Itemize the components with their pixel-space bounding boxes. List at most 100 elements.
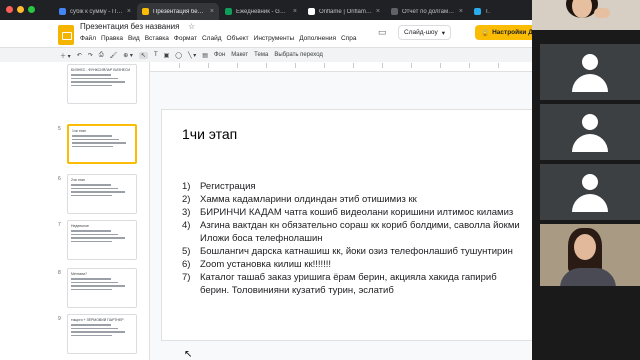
- slide-thumbnail[interactable]: тишрги + ЗЁРМОВИЙ ПАРТНЕР: [67, 314, 137, 354]
- browser-tab[interactable]: Tel: [469, 3, 495, 20]
- video-call-panel: [532, 0, 640, 360]
- step-text: Регистрация: [200, 181, 256, 192]
- browser-tab[interactable]: субік к сумму - Поис ×: [54, 3, 136, 20]
- slide-thumbnail[interactable]: Недельное: [67, 220, 137, 260]
- mouse-cursor-icon: ↖: [184, 349, 193, 360]
- shape-icon[interactable]: ◯: [175, 52, 182, 59]
- theme-button[interactable]: Тема: [254, 52, 268, 58]
- thumbnail-line: [72, 142, 126, 144]
- step-text: Хамма кадамларини олдиндан этиб отишимиз…: [200, 194, 417, 205]
- ruler-tick: |: [179, 63, 181, 69]
- menu-item[interactable]: Вставка: [145, 35, 169, 42]
- close-window-icon[interactable]: [6, 6, 13, 13]
- slide-thumbnail[interactable]: Мечтани?: [67, 268, 137, 308]
- line-icon[interactable]: ╲ ▾: [188, 52, 196, 59]
- ruler-tick: |: [469, 63, 471, 69]
- participant-tile-3[interactable]: [540, 164, 640, 220]
- close-tab-icon[interactable]: ×: [293, 8, 297, 15]
- participant-video-tile[interactable]: [540, 224, 640, 286]
- browser-tab[interactable]: Презентация без наз ×: [137, 3, 219, 20]
- comment-add-icon[interactable]: ▤: [202, 52, 208, 59]
- background-button[interactable]: Фон: [214, 52, 225, 58]
- slide-number: 9: [58, 316, 61, 322]
- print-icon[interactable]: ⎙: [99, 52, 104, 59]
- step-number: 6): [182, 259, 191, 270]
- slide-thumbnail[interactable]: БИЗНЕС - ФУНКСИЯЛАР БИЗНЕСИ: [67, 64, 137, 104]
- menu-item[interactable]: Дополнения: [299, 35, 336, 42]
- thumbnail-text: Недельное: [71, 224, 89, 228]
- new-slide-icon[interactable]: ＋ ▾: [60, 51, 71, 60]
- slide-canvas[interactable]: 1чи этап 1) Регистрация 2) Хамма кадамларин…: [162, 110, 534, 340]
- tab-favicon-icon: [59, 8, 66, 15]
- tab-title: Презентация без наз: [153, 8, 206, 15]
- slide-thumbnail[interactable]: 1чи этап: [67, 124, 137, 164]
- undo-icon[interactable]: ↶: [77, 52, 82, 59]
- menu-item[interactable]: Формат: [174, 35, 197, 42]
- menu-item[interactable]: Инструменты: [254, 35, 295, 42]
- menu-item[interactable]: Объект: [227, 35, 249, 42]
- menu-item[interactable]: Слайд: [202, 35, 222, 42]
- steps-list[interactable]: 1) Регистрация 2) Хамма кадамларини олдинда…: [182, 180, 552, 297]
- step-item[interactable]: 5) Бошлангич дарска катнашиш кк, йоки ози…: [182, 245, 552, 258]
- redo-icon[interactable]: ↷: [88, 52, 93, 59]
- toolbar: ＋ ▾ ↶ ↷ ⎙ 🖌 ⊕ ▾ ↖ T ▣ ◯ ╲ ▾ ▤ Фон Макет …: [0, 48, 532, 62]
- slide-title[interactable]: 1чи этап: [182, 126, 237, 142]
- ruler-tick: |: [295, 63, 297, 69]
- close-tab-icon[interactable]: ×: [376, 8, 380, 15]
- zoom-icon[interactable]: ⊕ ▾: [123, 52, 133, 59]
- participant-face: [574, 234, 596, 260]
- browser-tab[interactable]: Oriflame | Oriflame Cos ×: [303, 3, 385, 20]
- browser-tab[interactable]: Отчет по долгам | Orif ×: [386, 3, 468, 20]
- slideshow-button[interactable]: Слайд-шоу ▾: [398, 25, 451, 40]
- step-text: БИРИНЧИ КАДАМ чатга кошиб видеолани кори…: [200, 207, 514, 218]
- comment-icon[interactable]: ▭: [378, 25, 387, 40]
- step-item[interactable]: 7) Каталог ташаб заказ уришига ёрам берин…: [182, 271, 552, 297]
- thumbnail-line: [72, 145, 113, 147]
- step-item[interactable]: 3) БИРИНЧИ КАДАМ чатга кошиб видеолани ко…: [182, 206, 552, 219]
- thumbnail-line: [71, 187, 118, 189]
- step-item[interactable]: 6) Zoom установка килиш кк!!!!!!!: [182, 258, 552, 271]
- thumbnail-text: 1чи этап: [72, 129, 86, 133]
- chevron-down-icon[interactable]: ▾: [442, 29, 445, 37]
- step-text: Zoom установка килиш кк!!!!!!!: [200, 259, 332, 270]
- tab-favicon-icon: [308, 8, 315, 15]
- paint-format-icon[interactable]: 🖌: [110, 52, 118, 59]
- step-item[interactable]: 4) Азгина вактдан кн обязательно сораш кк…: [182, 219, 552, 245]
- select-icon[interactable]: ↖: [138, 51, 148, 59]
- document-title[interactable]: Презентация без названия: [80, 22, 179, 31]
- transition-button[interactable]: Выбрать переход: [274, 52, 323, 58]
- step-item[interactable]: 1) Регистрация: [182, 180, 552, 193]
- thumbnail-line: [71, 327, 118, 329]
- slide-number: 8: [58, 270, 61, 276]
- close-tab-icon[interactable]: ×: [459, 8, 463, 15]
- maximize-window-icon[interactable]: [28, 6, 35, 13]
- slide-thumbnail[interactable]: 2чи этап: [67, 174, 137, 214]
- thumbnail-line: [71, 184, 111, 186]
- menu-item[interactable]: Вид: [128, 35, 140, 42]
- slides-logo-icon[interactable]: [58, 25, 74, 45]
- text-box-icon[interactable]: T: [154, 52, 158, 58]
- menu-item[interactable]: Файл: [80, 35, 96, 42]
- slideshow-label: Слайд-шоу: [404, 29, 438, 36]
- lock-icon: 🔒: [481, 29, 490, 37]
- image-icon[interactable]: ▣: [164, 52, 170, 59]
- ruler-tick: |: [237, 63, 239, 69]
- thumbnail-line: [71, 285, 125, 287]
- layout-button[interactable]: Макет: [231, 52, 248, 58]
- step-item[interactable]: 2) Хамма кадамларини олдиндан этиб отишим…: [182, 193, 552, 206]
- minimize-window-icon[interactable]: [17, 6, 24, 13]
- participant-tile-2[interactable]: [540, 104, 640, 160]
- tab-title: субік к сумму - Поис: [70, 8, 123, 15]
- ruler-tick: |: [353, 63, 355, 69]
- thumbnail-line: [71, 281, 118, 283]
- thumbnail-line: [71, 84, 112, 86]
- browser-tab[interactable]: Ежедневник - Google ×: [220, 3, 302, 20]
- tab-favicon-icon: [225, 8, 232, 15]
- close-tab-icon[interactable]: ×: [210, 8, 214, 15]
- tab-favicon-icon: [391, 8, 398, 15]
- menu-item[interactable]: Спра: [341, 35, 356, 42]
- close-tab-icon[interactable]: ×: [127, 8, 131, 15]
- star-icon[interactable]: ☆: [188, 22, 195, 31]
- menu-item[interactable]: Правка: [101, 35, 123, 42]
- participant-tile-1[interactable]: [540, 44, 640, 100]
